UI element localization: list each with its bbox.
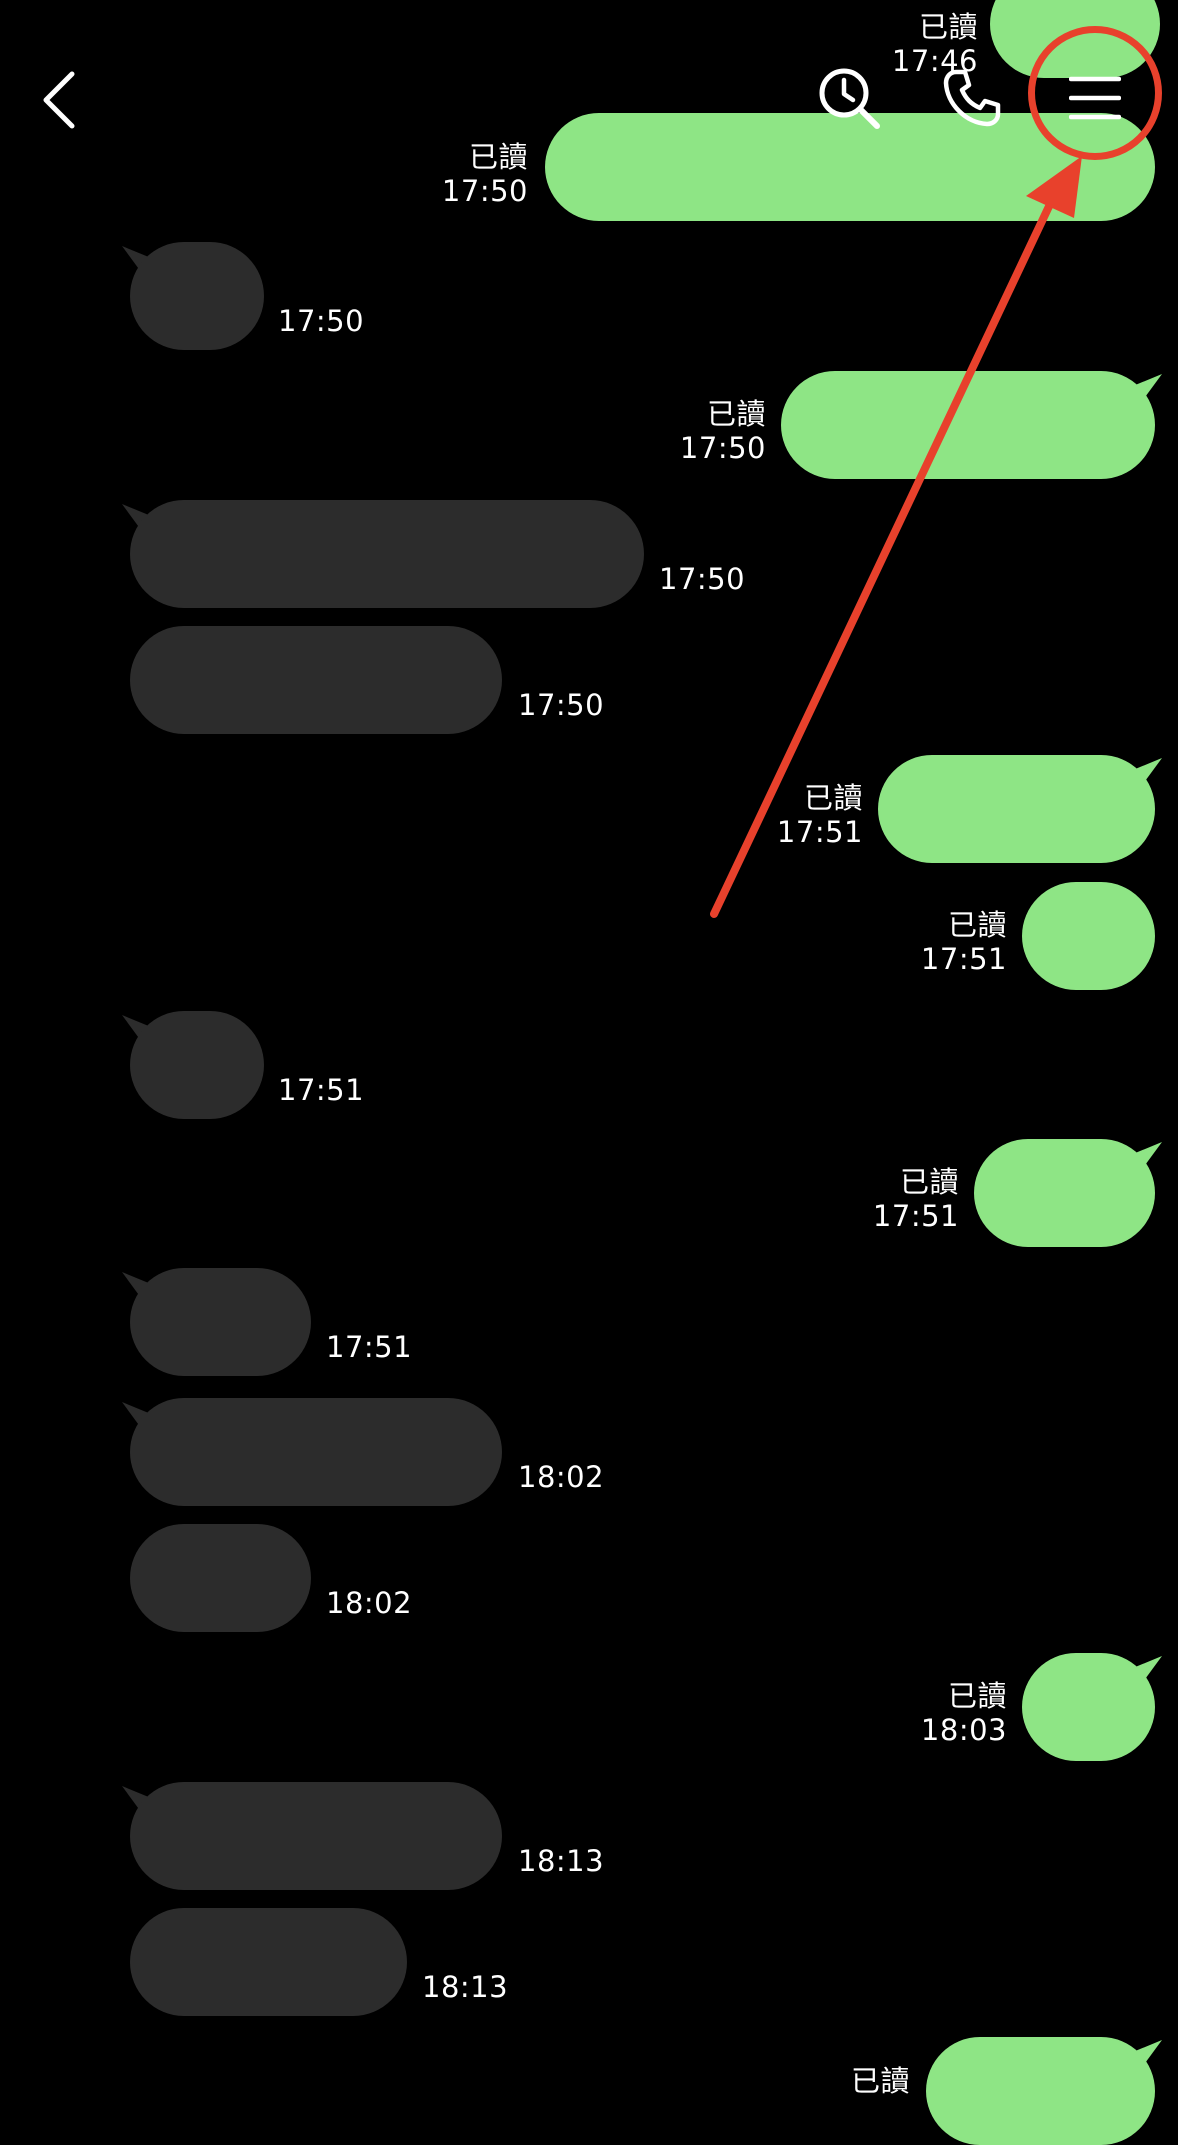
message-meta: 已讀 17:51 (777, 781, 863, 849)
message-time: 18:02 (326, 1586, 413, 1620)
search-clock-icon (819, 68, 880, 129)
message-time: 18:13 (518, 1844, 605, 1878)
message-meta: 已讀 17:51 (873, 1165, 959, 1233)
chevron-left-icon (43, 71, 75, 129)
outgoing-message-bubble[interactable] (1022, 882, 1155, 990)
menu-button[interactable] (1045, 48, 1145, 148)
outgoing-message-bubble[interactable] (974, 1139, 1155, 1247)
chat-message-list[interactable]: 已讀 17:46 已讀 17:50 17:50 已讀 17:50 17:50 1… (0, 0, 1178, 2145)
incoming-message-bubble[interactable] (130, 1268, 311, 1376)
message-time: 17:50 (518, 688, 605, 722)
incoming-message-bubble[interactable] (130, 1782, 502, 1890)
message-meta: 已讀 17:51 (921, 908, 1007, 976)
search-button[interactable] (799, 48, 899, 148)
message-time: 17:51 (920, 942, 1007, 976)
message-time: 17:51 (326, 1330, 413, 1364)
hamburger-menu-icon (1069, 76, 1121, 120)
message-time: 17:50 (659, 562, 746, 596)
incoming-message-bubble[interactable] (130, 1011, 264, 1119)
read-receipt: 已讀 (850, 2064, 910, 2098)
message-time: 17:51 (776, 815, 863, 849)
read-receipt: 已讀 (899, 1165, 959, 1199)
incoming-message-bubble[interactable] (130, 1398, 502, 1506)
outgoing-message-bubble[interactable] (1022, 1653, 1155, 1761)
read-receipt: 已讀 (706, 397, 766, 431)
incoming-message-bubble[interactable] (130, 1908, 407, 2016)
outgoing-message-bubble[interactable] (926, 2037, 1155, 2145)
message-meta: 已讀 18:03 (921, 1679, 1007, 1747)
message-time: 18:13 (422, 1970, 509, 2004)
incoming-message-bubble[interactable] (130, 626, 502, 734)
back-button[interactable] (10, 50, 110, 150)
read-receipt: 已讀 (803, 781, 863, 815)
message-meta: 已讀 (851, 2064, 910, 2098)
incoming-message-bubble[interactable] (130, 242, 264, 350)
incoming-message-bubble[interactable] (130, 1524, 311, 1632)
message-time: 18:02 (518, 1460, 605, 1494)
outgoing-message-bubble[interactable] (878, 755, 1155, 863)
read-receipt: 已讀 (947, 908, 1007, 942)
message-time: 17:50 (679, 431, 766, 465)
message-time: 17:51 (278, 1073, 365, 1107)
chat-header (0, 0, 1178, 200)
outgoing-message-bubble[interactable] (781, 371, 1155, 479)
message-time: 18:03 (920, 1713, 1007, 1747)
message-meta: 已讀 17:50 (680, 397, 766, 465)
read-receipt: 已讀 (947, 1679, 1007, 1713)
message-time: 17:51 (872, 1199, 959, 1233)
call-button[interactable] (922, 48, 1022, 148)
phone-icon (943, 69, 1001, 127)
message-time: 17:50 (278, 304, 365, 338)
incoming-message-bubble[interactable] (130, 500, 644, 608)
